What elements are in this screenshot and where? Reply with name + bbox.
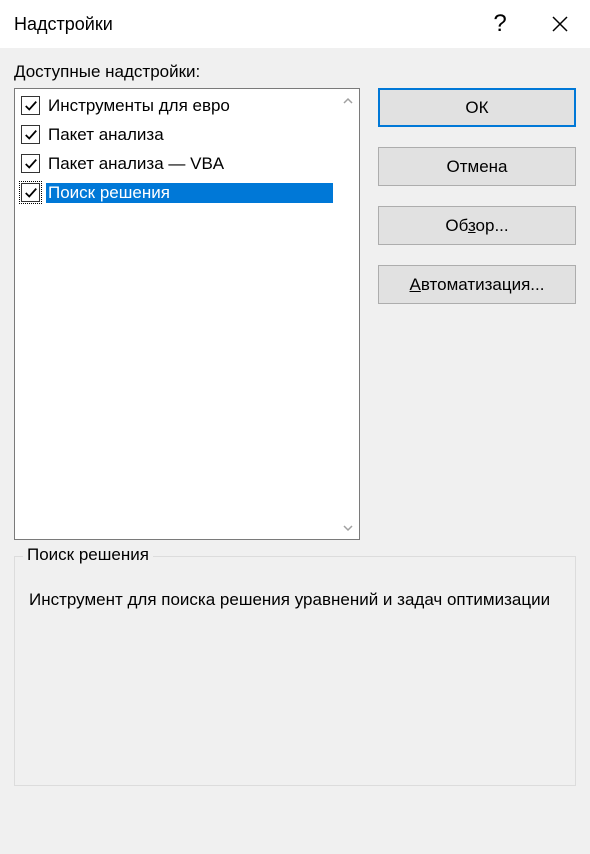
- main-row: Инструменты для евро Пакет анализа Пакет а…: [14, 88, 576, 540]
- buttons-column: ОК Отмена Обзор... Автоматизация...: [378, 88, 576, 540]
- help-button[interactable]: ?: [470, 0, 530, 48]
- addins-dialog: Надстройки ? Доступные надстройки: Инстр…: [0, 0, 590, 854]
- checkbox[interactable]: [21, 96, 40, 115]
- dialog-content: Доступные надстройки: Инструменты для ев…: [0, 48, 590, 854]
- available-addins-label: Доступные надстройки:: [14, 62, 576, 82]
- description-groupbox: Поиск решения Инструмент для поиска реше…: [14, 556, 576, 786]
- groupbox-description: Инструмент для поиска решения уравнений …: [29, 587, 561, 613]
- addins-listbox-container: Инструменты для евро Пакет анализа Пакет а…: [14, 88, 360, 540]
- btn-accelerator: з: [468, 216, 476, 235]
- btn-text: Об: [445, 216, 468, 235]
- btn-text: втоматизация...: [421, 275, 545, 294]
- ok-button[interactable]: ОК: [378, 88, 576, 127]
- addins-listbox[interactable]: Инструменты для евро Пакет анализа Пакет а…: [15, 89, 359, 539]
- label-accelerator: Д: [14, 62, 26, 81]
- scroll-up-icon[interactable]: [339, 92, 356, 109]
- list-item[interactable]: Пакет анализа — VBA: [17, 149, 359, 178]
- list-item[interactable]: Поиск решения: [17, 178, 359, 207]
- list-item-label: Поиск решения: [46, 183, 333, 203]
- titlebar: Надстройки ?: [0, 0, 590, 48]
- list-item-label: Пакет анализа: [46, 125, 164, 145]
- dialog-title: Надстройки: [14, 14, 470, 35]
- btn-accelerator: А: [410, 275, 421, 294]
- browse-button[interactable]: Обзор...: [378, 206, 576, 245]
- btn-text: ор...: [476, 216, 509, 235]
- close-button[interactable]: [530, 0, 590, 48]
- label-text: оступные надстройки:: [26, 62, 201, 81]
- close-icon: [552, 16, 568, 32]
- checkbox[interactable]: [21, 183, 40, 202]
- scroll-down-icon[interactable]: [339, 519, 356, 536]
- list-item[interactable]: Пакет анализа: [17, 120, 359, 149]
- list-item[interactable]: Инструменты для евро: [17, 91, 359, 120]
- list-item-label: Пакет анализа — VBA: [46, 154, 224, 174]
- checkbox[interactable]: [21, 154, 40, 173]
- automation-button[interactable]: Автоматизация...: [378, 265, 576, 304]
- checkbox[interactable]: [21, 125, 40, 144]
- cancel-button[interactable]: Отмена: [378, 147, 576, 186]
- list-item-label: Инструменты для евро: [46, 96, 230, 116]
- groupbox-legend: Поиск решения: [23, 545, 153, 565]
